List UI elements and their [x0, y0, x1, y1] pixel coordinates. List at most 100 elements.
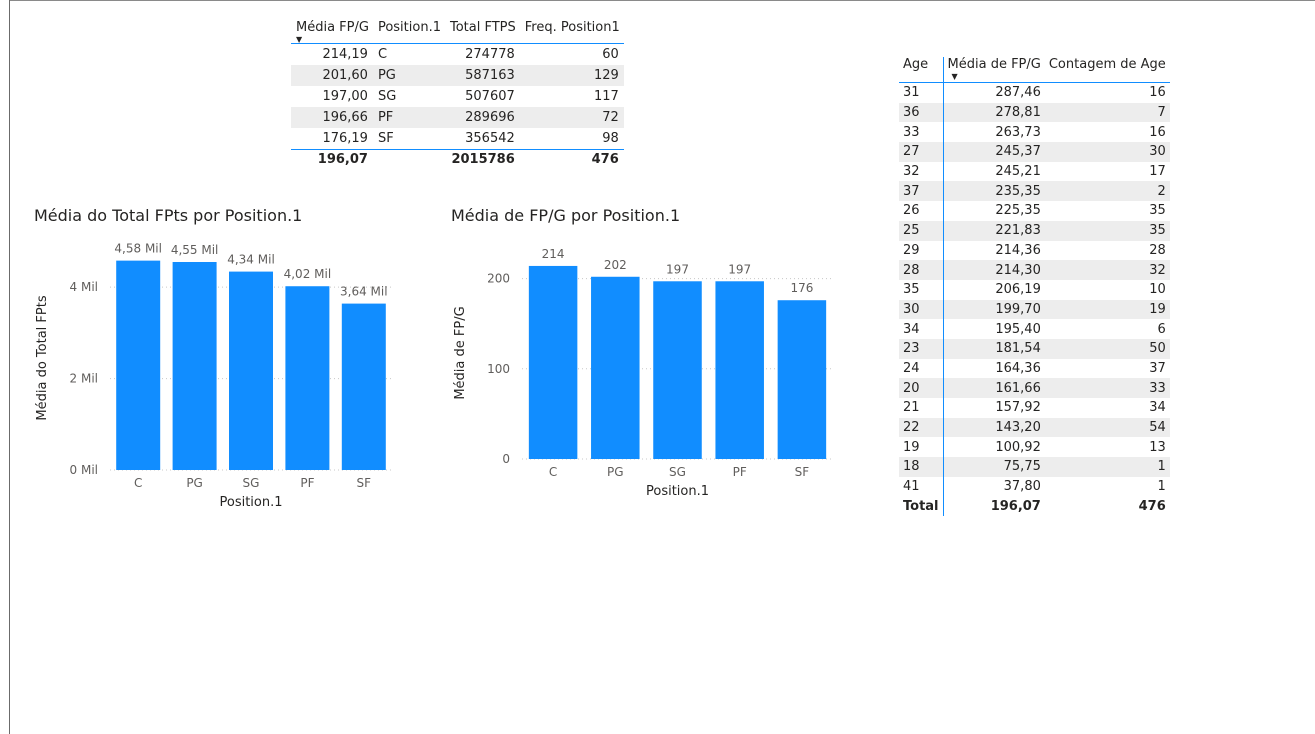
cell-age: 20 — [899, 378, 944, 398]
cell-total-ftps: 274778 — [465, 47, 515, 62]
bar-c[interactable] — [528, 265, 578, 459]
cell-age: 25 — [899, 220, 944, 241]
x-tick-label: SG — [669, 465, 686, 479]
sort-descending-icon[interactable]: ▼ — [948, 73, 1041, 81]
cell-contagem-age: 19 — [1044, 299, 1170, 320]
table-row[interactable]: 27 245,37 30 — [899, 142, 1170, 162]
cell-contagem-age: 7 — [1044, 102, 1170, 123]
table-row[interactable]: 214,19 C 274778 60 — [291, 44, 624, 66]
cell-age: 18 — [899, 457, 944, 477]
column-header-media-fpg[interactable]: Média FP/G ▼ — [291, 20, 373, 44]
y-tick-label: 0 Mil — [70, 463, 98, 477]
column-header-position[interactable]: Position.1 — [372, 20, 445, 44]
cell-media-fpg: 245,37 — [943, 142, 1045, 162]
column-header-label: Age — [903, 57, 929, 72]
cell-contagem-age: 2 — [1044, 181, 1170, 202]
data-label: 4,55 Mil — [171, 243, 219, 257]
bar-pf[interactable] — [285, 286, 330, 470]
table-row[interactable]: 28 214,30 32 — [899, 260, 1170, 280]
cell-age: 29 — [899, 240, 944, 261]
x-tick-label: PG — [186, 476, 203, 490]
table-row[interactable]: 37 235,35 2 — [899, 181, 1170, 202]
position-table[interactable]: Média FP/G ▼ Position.1 Total FTPS Freq.… — [291, 20, 624, 169]
bar-sg[interactable] — [653, 281, 702, 459]
bar-pf[interactable] — [715, 281, 764, 459]
cell-contagem-age: 6 — [1157, 321, 1166, 337]
y-tick-label: 200 — [487, 272, 510, 286]
table-row[interactable]: 32 245,21 17 — [899, 161, 1170, 182]
column-header-total-ftps[interactable]: Total FTPS — [444, 20, 520, 44]
bar-sf[interactable] — [777, 300, 827, 459]
data-label: 197 — [666, 262, 689, 276]
cell-media-fpg: 157,92 — [995, 400, 1041, 416]
total-cell-contagem-age: 476 — [1138, 498, 1166, 514]
bar-sf[interactable] — [341, 303, 386, 470]
table-row[interactable]: 21 157,92 34 — [899, 398, 1170, 418]
column-header-label: Total FTPS — [449, 20, 516, 35]
table-row[interactable]: 23 181,54 50 — [899, 338, 1170, 359]
cell-contagem-age: 1 — [1157, 479, 1166, 495]
bar-c[interactable] — [116, 260, 161, 470]
table-row[interactable]: 36 278,81 7 — [899, 102, 1170, 123]
table-row[interactable]: 20 161,66 33 — [899, 378, 1170, 398]
table-header-row: Média FP/G ▼ Position.1 Total FTPS Freq.… — [291, 20, 624, 44]
bar-pg[interactable] — [172, 262, 217, 470]
column-header-media-fpg[interactable]: Média de FP/G ▼ — [943, 57, 1045, 83]
cell-age: 19 — [899, 437, 944, 458]
data-label: 4,34 Mil — [227, 253, 275, 267]
table-row[interactable]: 29 214,36 28 — [899, 240, 1170, 261]
cell-media-fpg: 287,46 — [995, 85, 1041, 101]
table-row[interactable]: 35 206,19 10 — [899, 279, 1170, 300]
table-row[interactable]: 196,66 PF 289696 72 — [291, 107, 624, 128]
table-row[interactable]: 176,19 SF 356542 98 — [291, 128, 624, 150]
y-axis-title: Média de FP/G — [453, 306, 468, 399]
bar-chart-total-fpts[interactable]: 0 Mil 2 Mil 4 Mil 4,58 Mil C 4,55 Mil PG 4,34 M… — [20, 226, 440, 526]
cell-freq-position: 98 — [602, 131, 619, 146]
cell-media-fpg: 197,00 — [322, 89, 368, 104]
column-header-label: Freq. Position1 — [524, 20, 620, 35]
bar-pg[interactable] — [591, 276, 640, 459]
x-tick-label: SG — [243, 476, 260, 490]
cell-media-fpg: 225,35 — [995, 203, 1041, 219]
chart-title-media-fpg: Média de FP/G por Position.1 — [451, 206, 681, 225]
table-row[interactable]: 33 263,73 16 — [899, 122, 1170, 143]
cell-age: 27 — [899, 142, 944, 162]
cell-contagem-age: 54 — [1044, 417, 1170, 438]
total-cell-media-fpg: 196,07 — [291, 149, 373, 169]
table-row[interactable]: 26 225,35 35 — [899, 201, 1170, 221]
column-header-label: Contagem de Age — [1048, 57, 1166, 72]
canvas-top-border — [9, 0, 1315, 1]
cell-position: C — [377, 47, 388, 62]
column-header-freq-position[interactable]: Freq. Position1 — [519, 20, 624, 44]
table-row[interactable]: 197,00 SG 507607 117 — [291, 86, 624, 107]
y-tick-label: 4 Mil — [70, 280, 98, 294]
table-row[interactable]: 24 164,36 37 — [899, 358, 1170, 379]
table-row[interactable]: 22 143,20 54 — [899, 417, 1170, 438]
age-table[interactable]: Age Média de FP/G ▼ Contagem de Age 31 28… — [899, 57, 1170, 517]
table-row[interactable]: 18 75,75 1 — [899, 457, 1170, 477]
cell-contagem-age: 10 — [1149, 282, 1166, 298]
table-row[interactable]: 30 199,70 19 — [899, 299, 1170, 320]
column-header-age[interactable]: Age — [899, 57, 944, 83]
table-row[interactable]: 41 37,80 1 — [899, 476, 1170, 497]
cell-contagem-age: 13 — [1149, 439, 1166, 455]
cell-contagem-age: 1 — [1044, 457, 1170, 477]
table-row[interactable]: 25 221,83 35 — [899, 220, 1170, 241]
cell-contagem-age: 33 — [1044, 378, 1170, 398]
cell-contagem-age: 28 — [1149, 242, 1166, 258]
cell-contagem-age: 16 — [1149, 124, 1166, 140]
x-axis-title: Position.1 — [219, 495, 282, 510]
total-cell-total-ftps: 2015786 — [444, 149, 520, 169]
cell-age: 34 — [899, 319, 944, 339]
sort-descending-icon[interactable]: ▼ — [296, 36, 369, 44]
table-row[interactable]: 201,60 PG 587163 129 — [291, 65, 624, 86]
bar-chart-media-fpg[interactable]: 0 100 200 214 C 202 PG 197 SG 197 PF 176 SF Position.… — [440, 226, 860, 526]
table-row[interactable]: 34 195,40 6 — [899, 319, 1170, 339]
bar-sg[interactable] — [229, 271, 273, 470]
table-row[interactable]: 19 100,92 13 — [899, 437, 1170, 458]
cell-contagem-age: 32 — [1044, 260, 1170, 280]
y-tick-label: 0 — [502, 452, 510, 466]
cell-media-fpg: 100,92 — [995, 439, 1041, 455]
table-row[interactable]: 31 287,46 16 — [899, 82, 1170, 103]
column-header-contagem-age[interactable]: Contagem de Age — [1044, 57, 1170, 83]
